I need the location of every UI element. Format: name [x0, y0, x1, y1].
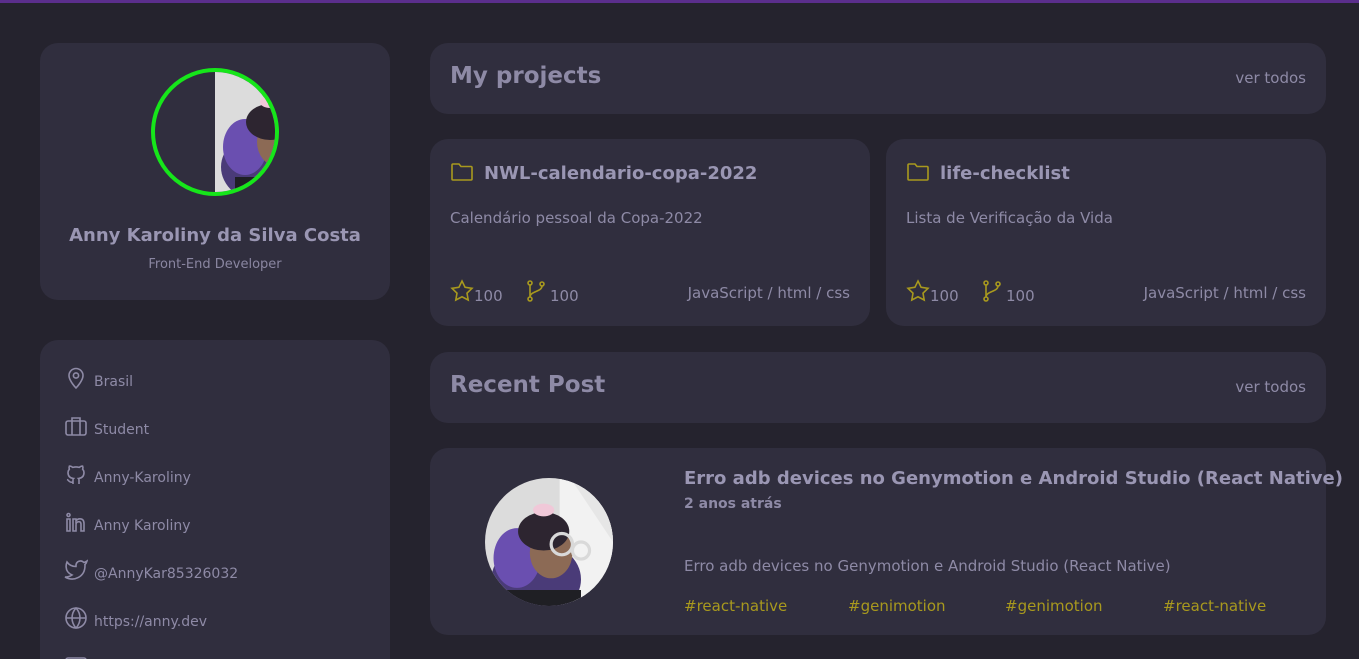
info-label: https://anny.dev [94, 614, 208, 630]
info-label: Brasil [94, 374, 134, 390]
github-icon [66, 465, 85, 484]
profile-card: Anny Karoliny da Silva Costa Front-End D… [40, 43, 390, 300]
star-icon [450, 279, 474, 302]
post-photo [485, 478, 613, 606]
star-icon [906, 279, 930, 302]
section-title: My projects [450, 63, 602, 89]
profile-name: Anny Karoliny da Silva Costa [69, 225, 361, 246]
map-pin-icon [68, 367, 84, 390]
info-card: Brasil Student Anny-Karoliny Anny Karoli… [40, 340, 390, 659]
project-stars: 100 [930, 287, 959, 305]
profile-role: Front-End Developer [148, 257, 282, 272]
project-card[interactable]: NWL-calendario-copa-2022 Calendário pess… [430, 139, 870, 326]
avatar-photo [215, 72, 275, 192]
info-label: Anny Karoliny [94, 518, 191, 534]
info-item-occupation: Student [64, 412, 149, 438]
section-title: Recent Post [450, 372, 606, 398]
post-tag[interactable]: #genimotion [1005, 597, 1103, 615]
see-all-projects-link[interactable]: ver todos [1235, 69, 1306, 87]
info-item-more [64, 652, 94, 659]
info-label: @AnnyKar85326032 [94, 566, 239, 582]
post-tag[interactable]: #react-native [1163, 597, 1266, 615]
project-stars: 100 [474, 287, 503, 305]
avatar [151, 68, 279, 196]
info-label: Anny-Karoliny [94, 470, 191, 486]
folder-icon [907, 163, 929, 181]
projects-header: My projects ver todos [430, 43, 1326, 114]
post-date: 2 anos atrás [684, 496, 782, 512]
info-item-location: Brasil [64, 364, 133, 390]
project-name[interactable]: life-checklist [940, 163, 1070, 184]
post-excerpt: Erro adb devices no Genymotion e Android… [684, 557, 1171, 575]
see-all-posts-link[interactable]: ver todos [1235, 378, 1306, 396]
info-label: Student [94, 422, 150, 438]
globe-icon [65, 606, 87, 630]
post-tag[interactable]: #react-native [684, 597, 787, 615]
folder-icon [451, 163, 473, 181]
posts-header: Recent Post ver todos [430, 352, 1326, 423]
project-languages: JavaScript / html / css [687, 284, 850, 302]
project-forks: 100 [550, 287, 579, 305]
mail-icon [65, 657, 87, 659]
project-languages: JavaScript / html / css [1143, 284, 1306, 302]
info-item-github[interactable]: Anny-Karoliny [64, 460, 191, 486]
project-card[interactable]: life-checklist Lista de Verificação da V… [886, 139, 1326, 326]
twitter-icon [64, 559, 88, 580]
project-forks: 100 [1006, 287, 1035, 305]
info-item-website[interactable]: https://anny.dev [64, 604, 207, 630]
project-name[interactable]: NWL-calendario-copa-2022 [484, 163, 757, 184]
post-card[interactable]: Erro adb devices no Genymotion e Android… [430, 448, 1343, 635]
project-description: Calendário pessoal da Copa-2022 [450, 209, 703, 227]
info-item-twitter[interactable]: @AnnyKar85326032 [64, 556, 238, 582]
info-item-linkedin[interactable]: Anny Karoliny [64, 508, 191, 534]
post-title[interactable]: Erro adb devices no Genymotion e Android… [684, 468, 1343, 489]
project-description: Lista de Verificação da Vida [906, 209, 1113, 227]
linkedin-icon [66, 512, 85, 532]
post-tag[interactable]: #genimotion [848, 597, 946, 615]
top-accent-bar [0, 0, 1359, 3]
briefcase-icon [65, 417, 87, 436]
git-branch-icon [983, 280, 1001, 302]
post-avatar [485, 478, 613, 606]
git-branch-icon [527, 280, 545, 302]
